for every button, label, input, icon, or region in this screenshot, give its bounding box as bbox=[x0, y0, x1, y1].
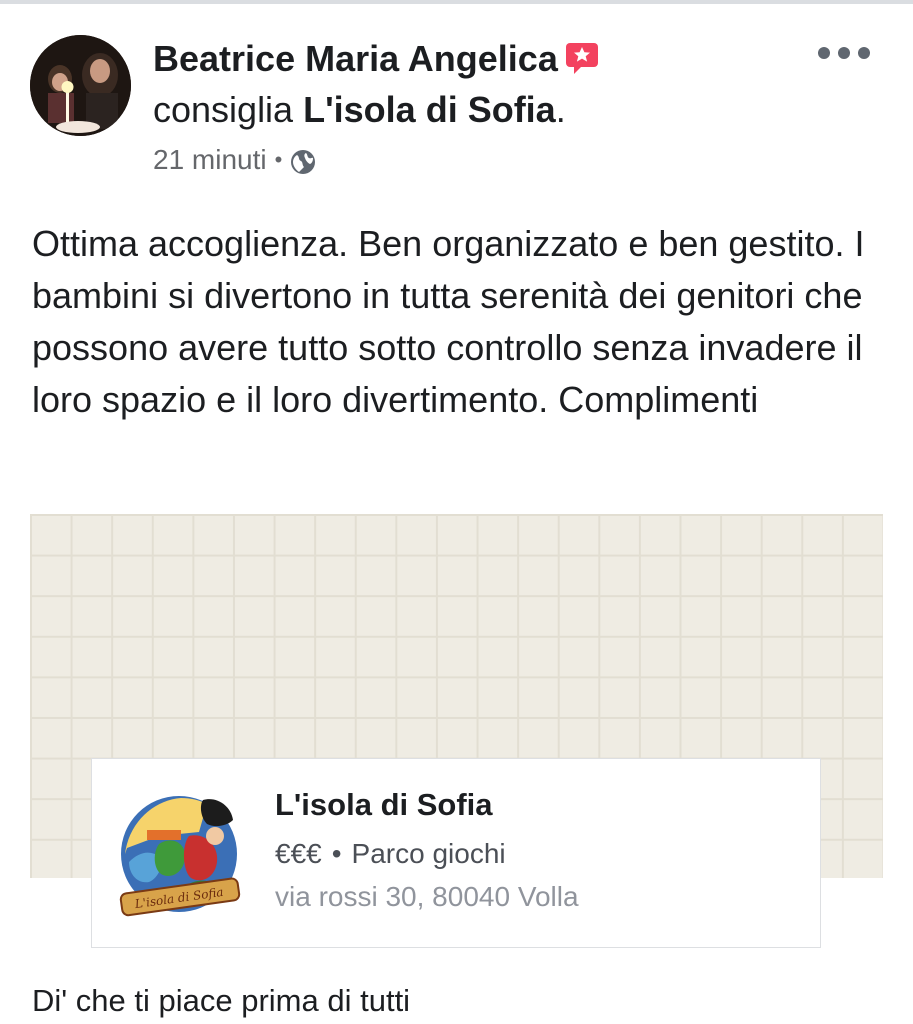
meta-separator: • bbox=[274, 147, 283, 172]
post-body: Ottima accoglienza. Ben organizzato e be… bbox=[32, 223, 865, 420]
place-address: via rossi 30, 80040 Volla bbox=[275, 881, 579, 912]
place-info: €€€ • Parco giochi bbox=[275, 835, 506, 873]
author-name[interactable]: Beatrice Maria Angelica bbox=[153, 38, 558, 79]
author-avatar[interactable] bbox=[30, 35, 131, 136]
place-category: Parco giochi bbox=[351, 838, 506, 869]
place-logo: L'isola di Sofia bbox=[119, 792, 244, 918]
post: Beatrice Maria Angelica consiglia L'isol… bbox=[0, 0, 913, 1024]
like-prompt[interactable]: Di' che ti piace prima di tutti bbox=[32, 981, 410, 1021]
more-dot bbox=[838, 47, 850, 59]
more-options-icon[interactable] bbox=[818, 38, 870, 68]
globe-icon bbox=[290, 147, 316, 174]
author-line: Beatrice Maria Angelica bbox=[153, 36, 600, 82]
post-meta: 21 minuti • bbox=[153, 141, 316, 179]
page-name-suffix: . bbox=[555, 89, 566, 130]
info-separator: • bbox=[331, 838, 342, 869]
timestamp[interactable]: 21 minuti bbox=[153, 141, 267, 179]
recommendation-line: consiglia L'isola di Sofia. bbox=[153, 87, 566, 133]
place-card[interactable]: L'isola di Sofia L'isola di Sofia €€€ • Pa… bbox=[91, 758, 821, 948]
page-name-link[interactable]: L'isola di Sofia bbox=[303, 89, 556, 130]
price-range: €€€ bbox=[275, 838, 322, 869]
recommendation-star-icon bbox=[564, 40, 600, 75]
action-text: consiglia bbox=[153, 89, 294, 130]
more-dot bbox=[818, 47, 830, 59]
place-title[interactable]: L'isola di Sofia bbox=[275, 785, 493, 825]
more-dot bbox=[858, 47, 870, 59]
